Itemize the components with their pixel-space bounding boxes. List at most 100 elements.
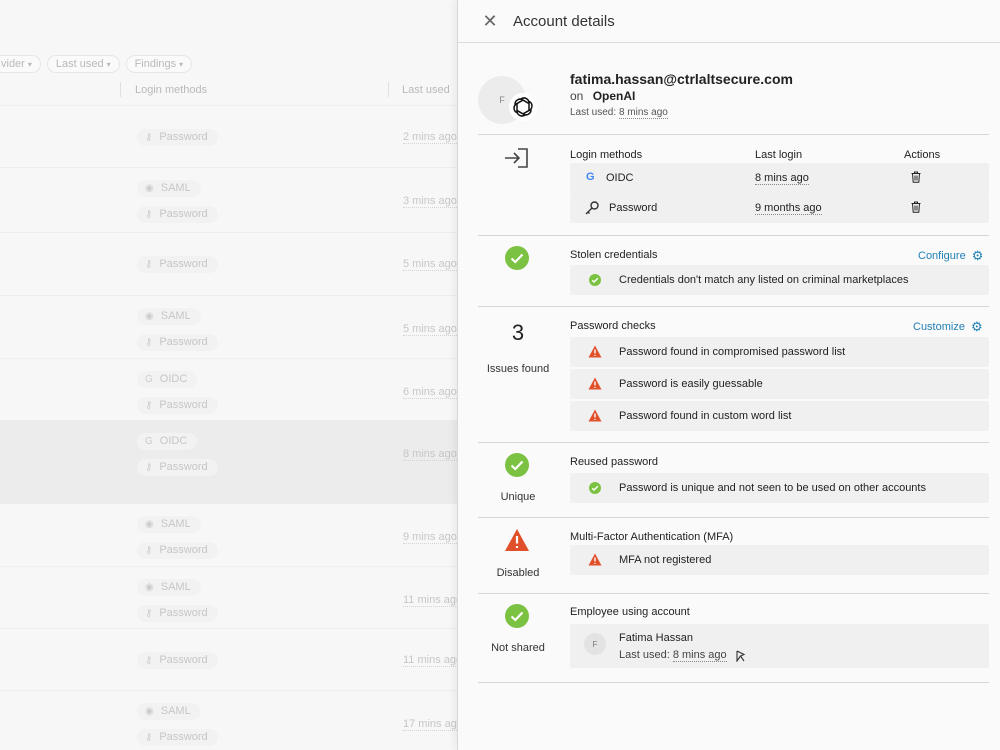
login-method-pill: ◉ SAML (137, 180, 201, 197)
last-used-value: 8 mins ago (672, 649, 727, 662)
login-method-pill: ⚷ Password (137, 129, 218, 146)
gear-icon: ⚙ (970, 319, 983, 334)
google-icon: G (145, 436, 153, 447)
on-label: on (570, 89, 584, 103)
trash-icon[interactable] (911, 201, 921, 213)
table-row[interactable]: ⚷ Password 5 mins ago (0, 232, 460, 295)
login-method-label: Password (159, 544, 208, 556)
employee-title: Employee using account (570, 606, 690, 618)
warning-icon (505, 529, 529, 551)
finding-row: Password is unique and not seen to be us… (570, 473, 989, 503)
stolen-credentials-section: Stolen credentials Configure ⚙ Credentia… (478, 236, 989, 307)
table-row[interactable]: G OIDC ⚷ Password 8 mins ago (0, 420, 460, 503)
openai-logo-icon (509, 93, 537, 121)
employee-row[interactable]: F Fatima Hassan Last used: 8 mins ago (570, 624, 989, 668)
login-method-pill: ⚷ Password (137, 206, 218, 223)
last-login-header: Last login (755, 149, 803, 161)
customize-label: Customize (913, 321, 965, 333)
issues-count: 3 (511, 320, 525, 345)
configure-button[interactable]: Configure ⚙ (918, 248, 983, 264)
table-row[interactable]: ◉ SAML ⚷ Password 11 mins ago (0, 566, 460, 628)
account-summary: F fatima.hassan@ctrlaltsecure.com on Ope… (478, 43, 989, 135)
column-header-login-methods[interactable]: Login methods (135, 84, 207, 96)
warning-icon (588, 553, 602, 566)
table-row[interactable]: ◉ SAML ⚷ Password 17 mins ago (0, 690, 460, 750)
employee-name: Fatima Hassan (619, 632, 693, 644)
finding-text: Password found in compromised password l… (619, 346, 846, 358)
finding-row: MFA not registered (570, 545, 989, 575)
table-row[interactable]: ◉ SAML ⚷ Password 5 mins ago (0, 295, 460, 358)
last-used-value: 5 mins ago (403, 258, 457, 271)
warning-icon (588, 345, 602, 358)
login-method-label: Password (159, 258, 208, 270)
login-method-pill: ⚷ Password (137, 256, 218, 273)
login-method-pill: ⚷ Password (137, 729, 218, 746)
login-method-pill: ◉ SAML (137, 703, 201, 720)
last-used-value: 8 mins ago (618, 107, 668, 119)
chevron-down-icon: ▾ (106, 60, 111, 69)
avatar-initial: F (592, 639, 598, 649)
login-method-pill: ⚷ Password (137, 397, 218, 414)
login-methods-header: Login methods (570, 149, 643, 161)
last-used-value: 3 mins ago (403, 195, 457, 208)
check-circle-icon (505, 246, 529, 270)
login-method-label: OIDC (159, 435, 188, 447)
login-method-label: SAML (160, 705, 191, 717)
finding-text: Password found in custom word list (619, 410, 792, 422)
avatar-initial: F (499, 95, 505, 105)
saml-icon: ◉ (145, 582, 154, 593)
key-icon: ⚷ (145, 337, 153, 348)
account-last-used: Last used: 8 mins ago (570, 107, 668, 119)
login-methods-section: Login methods Last login Actions G OIDC … (478, 135, 989, 236)
finding-text: Credentials don't match any listed on cr… (619, 274, 909, 286)
last-used-value: 17 mins ago (403, 718, 460, 731)
finding-text: Password is easily guessable (619, 378, 763, 390)
last-used-label: Last used: (570, 107, 617, 118)
login-method-label: SAML (160, 310, 191, 322)
configure-label: Configure (918, 250, 966, 262)
table-row[interactable]: ◉ SAML ⚷ Password 3 mins ago (0, 167, 460, 232)
login-method-label: SAML (160, 182, 191, 194)
login-method-label: Password (159, 461, 208, 473)
warning-icon (588, 377, 602, 390)
login-arrow-icon (505, 148, 528, 168)
account-email: fatima.hassan@ctrlaltsecure.com (570, 71, 793, 87)
key-icon: ⚷ (145, 732, 153, 743)
key-icon: ⚷ (145, 259, 153, 270)
finding-row: Password is easily guessable (570, 369, 989, 399)
login-method-row: G OIDC 8 mins ago (570, 163, 989, 193)
login-method-label: OIDC (159, 373, 188, 385)
key-icon: ⚷ (145, 400, 153, 411)
close-icon[interactable]: ✕ (480, 11, 500, 31)
check-circle-icon (589, 482, 601, 494)
login-method-row: Password 9 months ago (570, 193, 989, 223)
column-header-last-used[interactable]: Last used (402, 84, 450, 96)
table-row[interactable]: ◉ SAML ⚷ Password 9 mins ago (0, 503, 460, 566)
password-checks-title: Password checks (570, 320, 656, 332)
table-row[interactable]: ⚷ Password 11 mins ago (0, 628, 460, 690)
actions-header: Actions (904, 149, 941, 161)
last-used-label: Last used: (619, 649, 670, 661)
login-method-pill: G OIDC (137, 433, 198, 450)
column-divider (388, 82, 389, 97)
login-method-label: Password (159, 208, 208, 220)
filter-findings[interactable]: Findings ▾ (125, 55, 193, 73)
saml-icon: ◉ (145, 519, 154, 530)
check-circle-icon (505, 604, 529, 628)
customize-button[interactable]: Customize ⚙ (913, 319, 983, 335)
table-row[interactable]: ⚷ Password 2 mins ago (0, 105, 460, 167)
login-method-last: 8 mins ago (755, 172, 809, 185)
saml-icon: ◉ (145, 183, 154, 194)
login-method-pill: ⚷ Password (137, 652, 218, 669)
filter-provider[interactable]: vider ▾ (0, 55, 41, 73)
google-icon: G (586, 171, 595, 183)
filter-last-used[interactable]: Last used ▾ (46, 55, 120, 73)
mfa-title: Multi-Factor Authentication (MFA) (570, 531, 734, 543)
table-row[interactable]: G OIDC ⚷ Password 6 mins ago (0, 358, 460, 420)
trash-icon[interactable] (911, 171, 921, 183)
filter-label: Findings (134, 58, 177, 70)
google-icon: G (145, 374, 153, 385)
key-icon: ⚷ (145, 209, 153, 220)
last-used-value: 2 mins ago (403, 131, 457, 144)
column-divider (120, 82, 121, 97)
